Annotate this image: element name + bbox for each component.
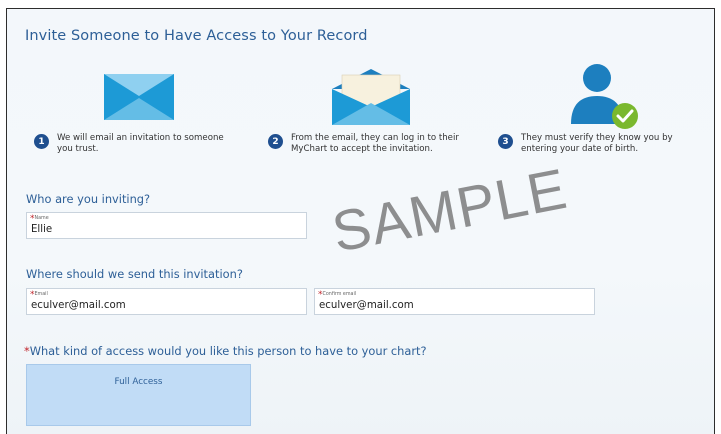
name-value: Ellie	[31, 224, 53, 235]
step-description: They must verify they know you by enteri…	[521, 133, 673, 154]
confirm-email-label: Confirm email	[322, 292, 357, 297]
full-access-option[interactable]: Full Access	[26, 364, 251, 426]
required-marker: *	[318, 290, 323, 300]
step-2: 2 From the email, they can log in to the…	[268, 133, 478, 155]
sample-watermark: SAMPLE	[327, 156, 573, 265]
name-field[interactable]: *Name Ellie	[26, 212, 307, 239]
confirm-email-value: eculver@mail.com	[319, 300, 414, 311]
step-number-badge: 1	[34, 134, 49, 149]
email-label: Email	[34, 292, 48, 297]
open-envelope-icon	[332, 69, 410, 125]
step-3: 3 They must verify they know you by ente…	[498, 133, 708, 155]
email-field[interactable]: *Email eculver@mail.com	[26, 288, 307, 315]
name-label: Name	[34, 216, 49, 221]
required-marker: *	[30, 290, 35, 300]
person-check-icon	[571, 64, 638, 129]
step-number-badge: 2	[268, 134, 283, 149]
step-1: 1 We will email an invitation to someone…	[34, 133, 234, 155]
access-heading: *What kind of access would you like this…	[24, 344, 427, 358]
step-description: We will email an invitation to someone y…	[57, 133, 224, 154]
access-question: What kind of access would you like this …	[29, 344, 427, 358]
confirm-email-field[interactable]: *Confirm email eculver@mail.com	[314, 288, 595, 315]
invite-panel: Invite Someone to Have Access to Your Re…	[6, 8, 715, 434]
envelope-icon	[104, 74, 174, 120]
step-description: From the email, they can log in to their…	[291, 133, 459, 154]
email-value: eculver@mail.com	[31, 300, 126, 311]
required-marker: *	[30, 214, 35, 224]
step-number-badge: 3	[498, 134, 513, 149]
page-title: Invite Someone to Have Access to Your Re…	[25, 28, 368, 44]
where-heading: Where should we send this invitation?	[26, 267, 243, 281]
who-heading: Who are you inviting?	[26, 192, 151, 206]
